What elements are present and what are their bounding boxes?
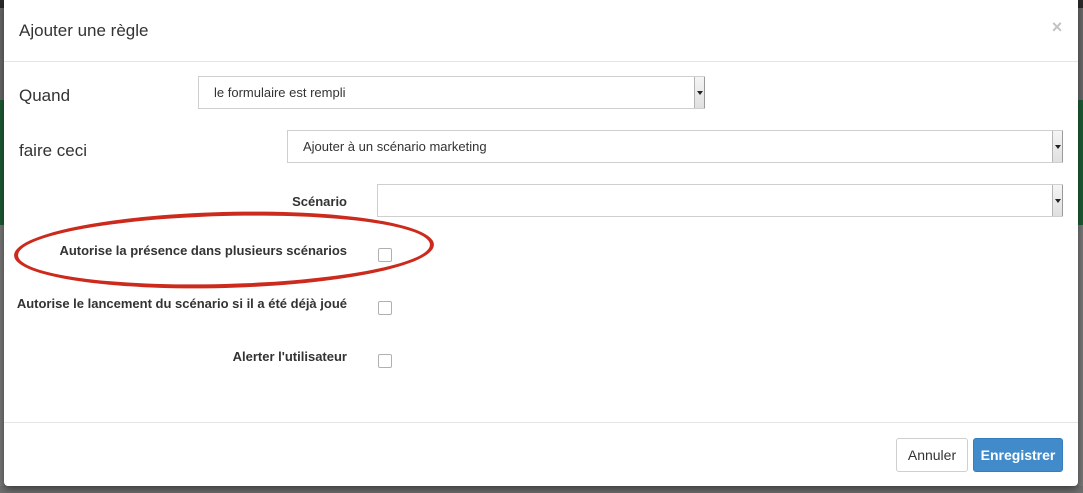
background-bottom-strip (0, 486, 1083, 493)
allow-multiple-checkbox[interactable] (378, 248, 392, 262)
when-select[interactable]: le formulaire est rempli (198, 76, 705, 109)
allow-relaunch-checkbox[interactable] (378, 301, 392, 315)
alert-user-checkbox[interactable] (378, 354, 392, 368)
modal-footer-divider (4, 422, 1078, 423)
cancel-button[interactable]: Annuler (896, 438, 968, 472)
do-label: faire ceci (19, 141, 88, 160)
action-select[interactable]: Ajouter à un scénario marketing (287, 130, 1063, 163)
action-select-value: Ajouter à un scénario marketing (303, 139, 487, 154)
scenario-select[interactable] (377, 184, 1063, 217)
scenario-label: Scénario (292, 194, 347, 209)
chevron-down-icon (1052, 131, 1063, 162)
save-button[interactable]: Enregistrer (973, 438, 1063, 472)
when-label: Quand (19, 86, 71, 105)
allow-relaunch-label: Autorise le lancement du scénario si il … (16, 296, 347, 311)
modal-title: Ajouter une règle (19, 21, 149, 40)
add-rule-modal: Ajouter une règle × Quand le formulaire … (4, 0, 1078, 486)
background-strip-right (1078, 225, 1083, 493)
modal-header: Ajouter une règle × (4, 0, 1078, 62)
alert-user-label: Alerter l'utilisateur (232, 349, 347, 364)
when-select-value: le formulaire est rempli (214, 85, 346, 100)
allow-multiple-label: Autorise la présence dans plusieurs scén… (59, 243, 347, 258)
background-green-band-right (1078, 100, 1083, 225)
chevron-down-icon (1052, 185, 1063, 216)
close-icon[interactable]: × (1050, 17, 1064, 37)
chevron-down-icon (694, 77, 705, 108)
